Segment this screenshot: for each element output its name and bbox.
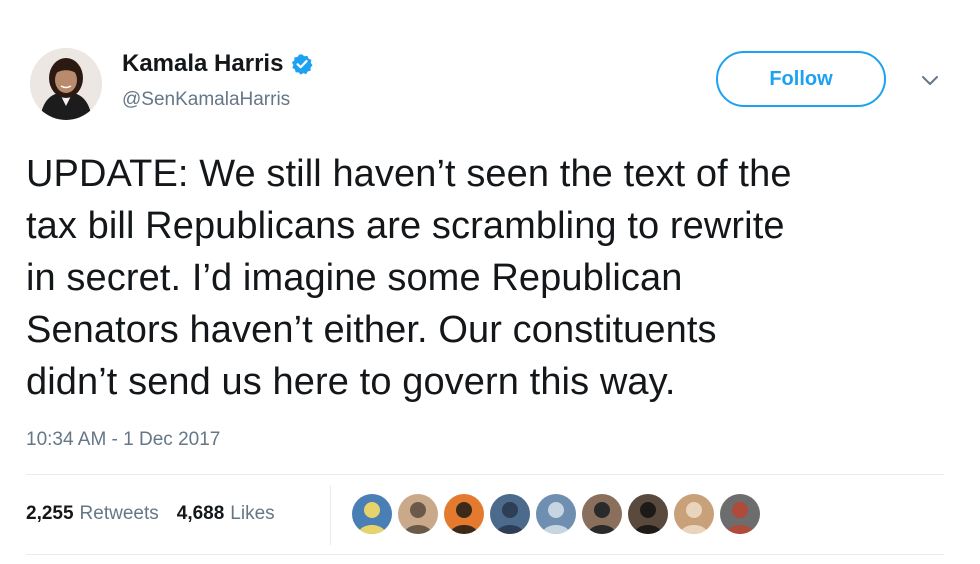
tweet-text-line: tax bill Republicans are scrambling to r…: [26, 205, 785, 247]
liked-by-avatars: [352, 494, 760, 534]
author-handle[interactable]: @SenKamalaHarris: [122, 88, 290, 112]
retweets-stat[interactable]: 2,255 Retweets: [26, 502, 159, 526]
liker-avatar[interactable]: [444, 494, 484, 534]
divider: [26, 474, 944, 475]
tweet-text-line: didn’t send us here to govern this way.: [26, 361, 676, 403]
chevron-down-icon[interactable]: [918, 70, 942, 90]
liker-avatar[interactable]: [490, 494, 530, 534]
tweet-text-line: UPDATE: We still haven’t seen the text o…: [26, 153, 792, 195]
author-name-row: Kamala Harris: [122, 50, 313, 78]
liker-avatar[interactable]: [536, 494, 576, 534]
liker-avatar[interactable]: [582, 494, 622, 534]
follow-button[interactable]: Follow: [716, 51, 886, 107]
liker-avatar[interactable]: [398, 494, 438, 534]
tweet-text-line: Senators haven’t either. Our constituent…: [26, 309, 717, 351]
author-avatar[interactable]: [30, 48, 102, 120]
divider: [330, 485, 331, 545]
author-display-name[interactable]: Kamala Harris: [122, 50, 283, 78]
liker-avatar[interactable]: [674, 494, 714, 534]
liker-avatar[interactable]: [352, 494, 392, 534]
tweet-card: Kamala Harris @SenKamalaHarris Follow UP…: [0, 0, 980, 564]
likes-label: Likes: [230, 503, 275, 524]
tweet-stats: 2,255 Retweets 4,688 Likes: [26, 502, 275, 526]
likes-count: 4,688: [176, 503, 225, 524]
divider: [26, 554, 944, 555]
verified-badge-icon: [291, 53, 313, 75]
tweet-timestamp[interactable]: 10:34 AM - 1 Dec 2017: [26, 428, 220, 452]
tweet-text: UPDATE: We still haven’t seen the text o…: [26, 148, 946, 408]
liker-avatar[interactable]: [720, 494, 760, 534]
likes-stat[interactable]: 4,688 Likes: [177, 502, 275, 526]
tweet-text-line: in secret. I’d imagine some Republican: [26, 257, 683, 299]
retweets-label: Retweets: [79, 503, 159, 524]
liker-avatar[interactable]: [628, 494, 668, 534]
retweets-count: 2,255: [26, 503, 74, 524]
